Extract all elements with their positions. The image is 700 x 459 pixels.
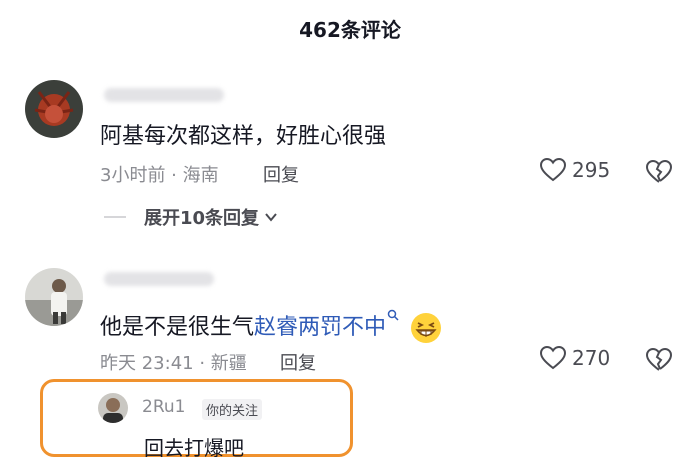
divider	[104, 216, 126, 218]
comment-meta: 昨天 23:41 · 新疆	[100, 353, 247, 374]
reply-username[interactable]: 2Ru1	[142, 397, 185, 417]
expand-replies-label: 展开10条回复	[144, 208, 260, 229]
reply-button[interactable]: 回复	[280, 349, 316, 375]
username-redacted	[104, 88, 224, 102]
avatar[interactable]	[25, 268, 83, 326]
reply-avatar[interactable]	[98, 393, 128, 423]
comment-meta: 3小时前 · 海南	[100, 165, 219, 186]
avatar[interactable]	[25, 80, 83, 138]
chevron-down-icon	[265, 213, 277, 222]
comment-text-plain: 他是不是很生气	[100, 315, 255, 340]
like-count: 270	[572, 346, 611, 370]
comments-count-title: 462条评论	[299, 18, 401, 42]
dislike-button[interactable]	[645, 347, 673, 376]
reply-text: 回去打爆吧	[144, 436, 244, 459]
username-redacted	[104, 272, 214, 286]
like-button[interactable]: 270	[540, 346, 610, 370]
search-link[interactable]: 赵睿两罚不中	[254, 315, 386, 340]
search-icon[interactable]	[387, 309, 399, 321]
comment-text: 阿基每次都这样，好胜心很强	[100, 124, 387, 149]
heart-icon	[540, 158, 566, 182]
following-badge: 你的关注	[202, 399, 263, 420]
broken-heart-icon	[645, 347, 673, 371]
expand-replies[interactable]: 展开10条回复	[104, 204, 279, 230]
heart-icon	[540, 346, 566, 370]
broken-heart-icon	[645, 159, 673, 183]
comment-text: 他是不是很生气赵睿两罚不中	[100, 309, 442, 344]
like-button[interactable]: 295	[540, 158, 610, 182]
like-count: 295	[572, 158, 611, 182]
grinning-emoji-icon	[411, 313, 442, 343]
reply-button[interactable]: 回复	[263, 161, 299, 187]
dislike-button[interactable]	[645, 159, 673, 188]
